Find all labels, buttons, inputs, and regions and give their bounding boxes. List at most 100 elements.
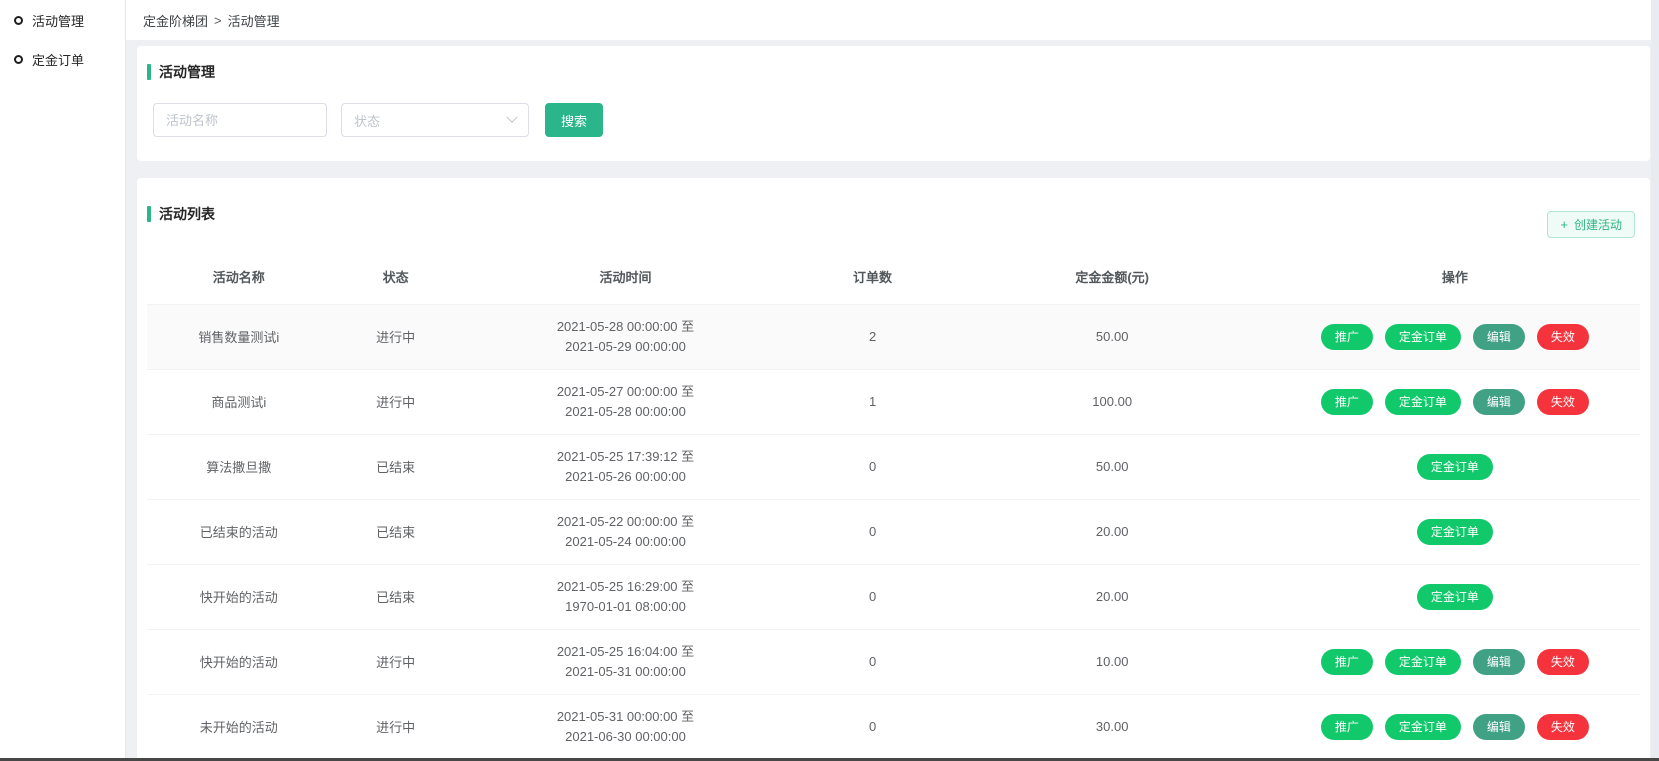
actions-cell: 定金订单 <box>1270 564 1640 629</box>
activity-time-cell: 2021-05-25 17:39:12 至 2021-05-26 00:00:0… <box>461 434 791 499</box>
status-cell: 进行中 <box>331 304 461 369</box>
search-panel-title-text: 活动管理 <box>159 62 215 82</box>
deposit-amount-cell: 20.00 <box>955 499 1270 564</box>
time-start: 2021-05-27 00:00:00 至 <box>461 382 791 402</box>
circle-icon <box>14 55 23 64</box>
table-row: 快开始的活动 已结束 2021-05-25 16:29:00 至 1970-01… <box>147 564 1640 629</box>
promote-button[interactable]: 推广 <box>1321 714 1373 740</box>
order-count-cell: 0 <box>790 499 954 564</box>
order-count-cell: 1 <box>790 369 954 434</box>
deposit-amount-cell: 50.00 <box>955 434 1270 499</box>
time-end: 2021-05-26 00:00:00 <box>461 467 791 487</box>
invalidate-button[interactable]: 失效 <box>1537 324 1589 350</box>
activity-time-cell: 2021-05-31 00:00:00 至 2021-06-30 00:00:0… <box>461 694 791 759</box>
order-count-cell: 0 <box>790 564 954 629</box>
status-cell: 进行中 <box>331 369 461 434</box>
sidebar-item-activity-management[interactable]: 活动管理 <box>0 1 125 40</box>
column-header: 状态 <box>331 250 461 304</box>
table-row: 算法撒旦撒 已结束 2021-05-25 17:39:12 至 2021-05-… <box>147 434 1640 499</box>
activity-name-cell: 已结束的活动 <box>147 499 331 564</box>
time-start: 2021-05-25 16:04:00 至 <box>461 642 791 662</box>
breadcrumb: 定金阶梯团 > 活动管理 <box>126 0 1659 40</box>
invalidate-button[interactable]: 失效 <box>1537 714 1589 740</box>
breadcrumb-current: 活动管理 <box>228 11 280 30</box>
main-content: 定金阶梯团 > 活动管理 活动管理 状态 搜索 活动列表 + 创建活动 <box>126 0 1659 761</box>
order-count-cell: 0 <box>790 434 954 499</box>
time-start: 2021-05-25 16:29:00 至 <box>461 577 791 597</box>
search-panel-title: 活动管理 <box>147 62 1650 82</box>
deposit-orders-button[interactable]: 定金订单 <box>1417 584 1493 610</box>
activity-name-input[interactable] <box>153 103 327 137</box>
deposit-amount-cell: 20.00 <box>955 564 1270 629</box>
activity-time-cell: 2021-05-25 16:29:00 至 1970-01-01 08:00:0… <box>461 564 791 629</box>
invalidate-button[interactable]: 失效 <box>1537 649 1589 675</box>
table-row: 已结束的活动 已结束 2021-05-22 00:00:00 至 2021-05… <box>147 499 1640 564</box>
sidebar-item-label: 活动管理 <box>32 11 84 30</box>
time-start: 2021-05-25 17:39:12 至 <box>461 447 791 467</box>
time-end: 1970-01-01 08:00:00 <box>461 597 791 617</box>
edit-button[interactable]: 编辑 <box>1473 714 1525 740</box>
deposit-orders-button[interactable]: 定金订单 <box>1385 649 1461 675</box>
activity-name-cell: 销售数量测试i <box>147 304 331 369</box>
activity-name-cell: 未开始的活动 <box>147 694 331 759</box>
scrollbar[interactable] <box>1651 0 1659 761</box>
table-row: 快开始的活动 进行中 2021-05-25 16:04:00 至 2021-05… <box>147 629 1640 694</box>
activity-name-cell: 快开始的活动 <box>147 629 331 694</box>
sidebar: 活动管理 定金订单 <box>0 0 126 761</box>
activity-name-cell: 商品测试i <box>147 369 331 434</box>
search-panel: 活动管理 状态 搜索 <box>137 46 1650 161</box>
deposit-orders-button[interactable]: 定金订单 <box>1385 714 1461 740</box>
search-controls: 状态 搜索 <box>147 103 1650 137</box>
deposit-orders-button[interactable]: 定金订单 <box>1385 324 1461 350</box>
invalidate-button[interactable]: 失效 <box>1537 389 1589 415</box>
create-activity-label: 创建活动 <box>1574 216 1622 233</box>
table-header-row: 活动名称状态活动时间订单数定金金额(元)操作 <box>147 250 1640 304</box>
actions-cell: 推广定金订单编辑失效 <box>1270 694 1640 759</box>
edit-button[interactable]: 编辑 <box>1473 324 1525 350</box>
column-header: 活动时间 <box>461 250 791 304</box>
search-button[interactable]: 搜索 <box>545 103 603 137</box>
deposit-amount-cell: 50.00 <box>955 304 1270 369</box>
order-count-cell: 0 <box>790 629 954 694</box>
activity-list-title-text: 活动列表 <box>159 204 215 224</box>
deposit-amount-cell: 100.00 <box>955 369 1270 434</box>
actions-cell: 推广定金订单编辑失效 <box>1270 304 1640 369</box>
actions-cell: 定金订单 <box>1270 499 1640 564</box>
activity-name-cell: 快开始的活动 <box>147 564 331 629</box>
activity-table-body: 销售数量测试i 进行中 2021-05-28 00:00:00 至 2021-0… <box>147 304 1640 759</box>
time-end: 2021-05-31 00:00:00 <box>461 662 791 682</box>
actions-cell: 推广定金订单编辑失效 <box>1270 369 1640 434</box>
status-cell: 已结束 <box>331 564 461 629</box>
breadcrumb-separator: > <box>214 13 222 28</box>
plus-icon: + <box>1560 217 1568 232</box>
promote-button[interactable]: 推广 <box>1321 324 1373 350</box>
table-row: 商品测试i 进行中 2021-05-27 00:00:00 至 2021-05-… <box>147 369 1640 434</box>
deposit-amount-cell: 10.00 <box>955 629 1270 694</box>
activity-time-cell: 2021-05-27 00:00:00 至 2021-05-28 00:00:0… <box>461 369 791 434</box>
deposit-orders-button[interactable]: 定金订单 <box>1417 519 1493 545</box>
column-header: 操作 <box>1270 250 1640 304</box>
activity-time-cell: 2021-05-22 00:00:00 至 2021-05-24 00:00:0… <box>461 499 791 564</box>
activity-name-cell: 算法撒旦撒 <box>147 434 331 499</box>
sidebar-item-deposit-orders[interactable]: 定金订单 <box>0 40 125 79</box>
promote-button[interactable]: 推广 <box>1321 649 1373 675</box>
deposit-orders-button[interactable]: 定金订单 <box>1385 389 1461 415</box>
actions-cell: 定金订单 <box>1270 434 1640 499</box>
edit-button[interactable]: 编辑 <box>1473 649 1525 675</box>
deposit-orders-button[interactable]: 定金订单 <box>1417 454 1493 480</box>
status-select-placeholder: 状态 <box>354 111 380 130</box>
column-header: 定金金额(元) <box>955 250 1270 304</box>
create-activity-button[interactable]: + 创建活动 <box>1547 211 1635 238</box>
promote-button[interactable]: 推广 <box>1321 389 1373 415</box>
edit-button[interactable]: 编辑 <box>1473 389 1525 415</box>
title-accent-bar <box>147 64 151 80</box>
actions-cell: 推广定金订单编辑失效 <box>1270 629 1640 694</box>
status-select[interactable]: 状态 <box>341 103 529 137</box>
time-end: 2021-06-30 00:00:00 <box>461 727 791 747</box>
status-cell: 已结束 <box>331 434 461 499</box>
breadcrumb-root[interactable]: 定金阶梯团 <box>143 11 208 30</box>
column-header: 订单数 <box>790 250 954 304</box>
status-cell: 已结束 <box>331 499 461 564</box>
time-end: 2021-05-29 00:00:00 <box>461 337 791 357</box>
circle-icon <box>14 16 23 25</box>
